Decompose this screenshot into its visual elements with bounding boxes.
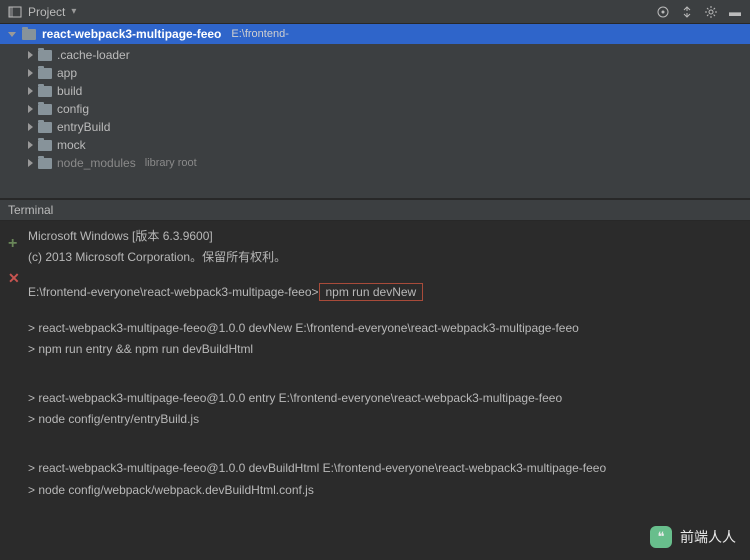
close-terminal-icon[interactable]: ✕ bbox=[8, 267, 28, 289]
terminal-line: E:\frontend-everyone\react-webpack3-mult… bbox=[28, 283, 738, 302]
folder-icon bbox=[22, 29, 36, 40]
folder-icon bbox=[38, 50, 52, 61]
chevron-right-icon bbox=[28, 105, 33, 113]
terminal-line: > react-webpack3-multipage-feeo@1.0.0 de… bbox=[28, 319, 738, 338]
folder-icon bbox=[38, 104, 52, 115]
watermark-text: 前端人人 bbox=[680, 527, 736, 547]
tree-item[interactable]: entryBuild bbox=[0, 118, 750, 136]
gear-icon[interactable] bbox=[704, 5, 718, 19]
project-dropdown-icon[interactable]: ▾ bbox=[71, 6, 76, 17]
chevron-right-icon bbox=[28, 87, 33, 95]
chevron-right-icon bbox=[28, 69, 33, 77]
folder-icon bbox=[38, 158, 52, 169]
terminal-line: > node config/webpack/webpack.devBuildHt… bbox=[28, 481, 738, 500]
highlighted-command: npm run devNew bbox=[319, 283, 424, 301]
terminal-line: > react-webpack3-multipage-feeo@1.0.0 en… bbox=[28, 389, 738, 408]
project-root[interactable]: react-webpack3-multipage-feeo E:\fronten… bbox=[0, 24, 750, 44]
terminal-line: > npm run entry && npm run devBuildHtml bbox=[28, 340, 738, 359]
tree-item-node-modules[interactable]: node_moduleslibrary root bbox=[0, 154, 750, 172]
project-toolbar: Project ▾ ▬ bbox=[0, 0, 750, 24]
terminal-line: (c) 2013 Microsoft Corporation。保留所有权利。 bbox=[28, 248, 738, 267]
collapse-icon[interactable] bbox=[680, 5, 694, 19]
chevron-down-icon bbox=[8, 32, 16, 37]
wechat-icon: ❝ bbox=[650, 526, 672, 548]
chevron-right-icon bbox=[28, 123, 33, 131]
chevron-right-icon bbox=[28, 159, 33, 167]
terminal-tab[interactable]: Terminal bbox=[0, 200, 750, 221]
tree-item[interactable]: app bbox=[0, 64, 750, 82]
terminal-output[interactable]: Microsoft Windows [版本 6.3.9600] (c) 2013… bbox=[28, 227, 738, 502]
chevron-right-icon bbox=[28, 51, 33, 59]
project-tree-panel: react-webpack3-multipage-feeo E:\fronten… bbox=[0, 24, 750, 198]
chevron-right-icon bbox=[28, 141, 33, 149]
tree-item[interactable]: .cache-loader bbox=[0, 46, 750, 64]
terminal-panel: + ✕ Microsoft Windows [版本 6.3.9600] (c) … bbox=[0, 221, 750, 508]
terminal-line: > react-webpack3-multipage-feeo@1.0.0 de… bbox=[28, 459, 738, 478]
project-icon[interactable] bbox=[8, 5, 22, 19]
tree-item[interactable]: build bbox=[0, 82, 750, 100]
project-root-name: react-webpack3-multipage-feeo bbox=[42, 27, 221, 41]
folder-icon bbox=[38, 68, 52, 79]
project-root-path: E:\frontend- bbox=[231, 28, 288, 40]
project-label[interactable]: Project bbox=[28, 5, 65, 19]
watermark: ❝ 前端人人 bbox=[650, 526, 736, 548]
project-tree: .cache-loader app build config entryBuil… bbox=[0, 44, 750, 174]
target-icon[interactable] bbox=[656, 5, 670, 19]
tree-item[interactable]: config bbox=[0, 100, 750, 118]
add-terminal-icon[interactable]: + bbox=[8, 231, 28, 257]
folder-icon bbox=[38, 86, 52, 97]
hide-icon[interactable]: ▬ bbox=[728, 5, 742, 19]
folder-icon bbox=[38, 140, 52, 151]
terminal-line: Microsoft Windows [版本 6.3.9600] bbox=[28, 227, 738, 246]
terminal-line: > node config/entry/entryBuild.js bbox=[28, 410, 738, 429]
tree-item[interactable]: mock bbox=[0, 136, 750, 154]
folder-icon bbox=[38, 122, 52, 133]
